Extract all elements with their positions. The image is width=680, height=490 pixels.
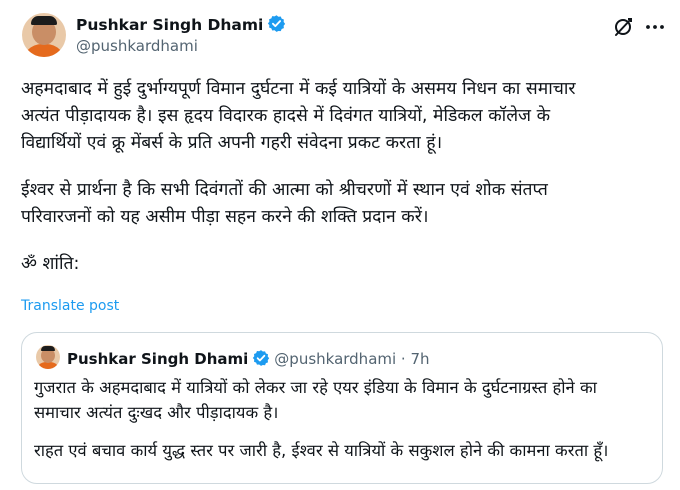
more-icon[interactable] xyxy=(644,17,666,41)
post-paragraph: ईश्वर से प्रार्थना है कि सभी दिवंगतों की… xyxy=(21,180,548,227)
author-avatar[interactable] xyxy=(22,13,66,57)
verified-badge-icon xyxy=(252,349,270,371)
avatar-shirt xyxy=(36,362,60,369)
avatar-cap xyxy=(41,346,55,351)
author-name[interactable]: Pushkar Singh Dhami xyxy=(76,14,286,37)
quoted-post-paragraph: गुजरात के अहमदाबाद में यात्रियों को लेकर… xyxy=(34,378,597,422)
translate-post-link[interactable]: Translate post xyxy=(21,298,119,314)
post-body: अहमदाबाद में हुई दुर्भाग्यपूर्ण विमान दु… xyxy=(21,76,666,278)
grok-icon[interactable] xyxy=(612,16,634,42)
quoted-author-handle-time[interactable]: @pushkardhami · 7h xyxy=(274,350,429,368)
author-name-text[interactable]: Pushkar Singh Dhami xyxy=(76,16,263,34)
quoted-post-body: गुजरात के अहमदाबाद में यात्रियों को लेकर… xyxy=(34,375,659,463)
author-handle[interactable]: @pushkardhami xyxy=(76,37,198,55)
avatar-shirt xyxy=(22,44,66,57)
quoted-author-header: Pushkar Singh Dhami @pushkardhami · 7h xyxy=(67,349,430,371)
quoted-author-name[interactable]: Pushkar Singh Dhami xyxy=(67,350,248,368)
post-paragraph: अहमदाबाद में हुई दुर्भाग्यपूर्ण विमान दु… xyxy=(21,79,576,153)
quoted-post-paragraph: राहत एवं बचाव कार्य युद्ध स्तर पर जारी ह… xyxy=(34,441,609,460)
post-paragraph: ॐ शांति: xyxy=(21,254,80,274)
avatar-cap xyxy=(31,16,57,25)
verified-badge-icon[interactable] xyxy=(267,14,286,37)
quoted-author-avatar[interactable] xyxy=(36,345,60,369)
